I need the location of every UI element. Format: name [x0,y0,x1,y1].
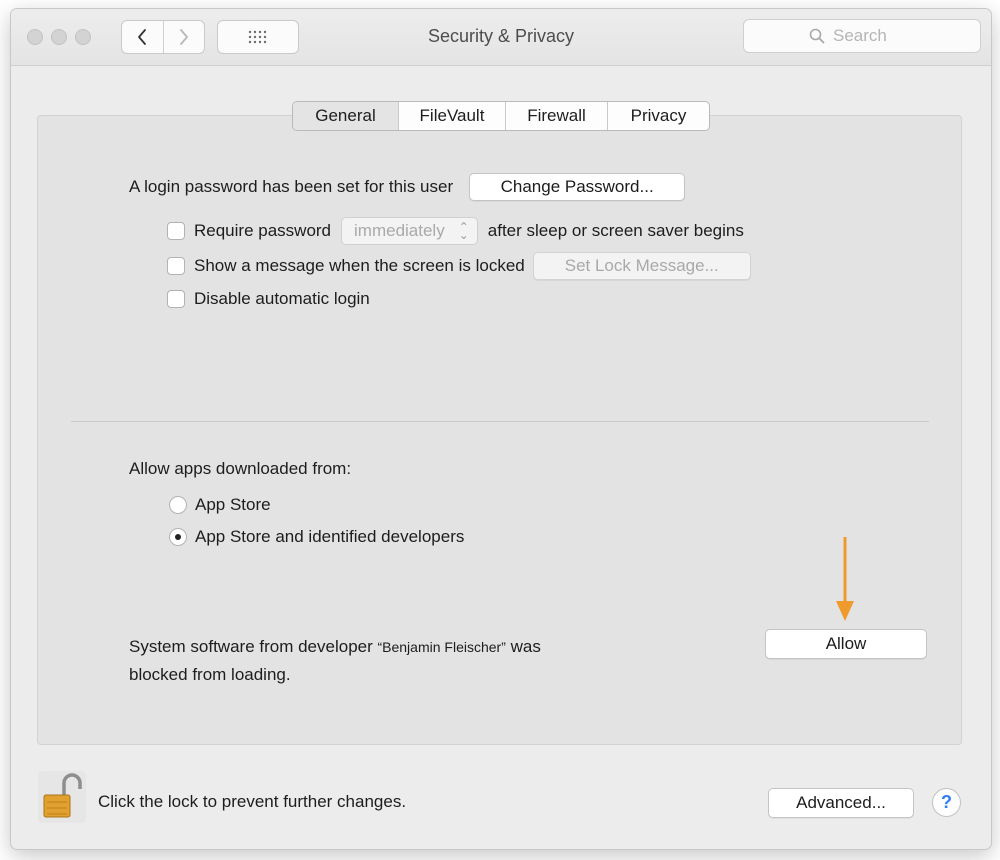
lock-status-text: Click the lock to prevent further change… [98,792,407,811]
zoom-window-button[interactable] [75,29,91,45]
require-password-label: Require password [194,221,332,240]
blocked-line-1: System software from developer “Benjamin… [129,637,541,656]
show-message-label: Show a message when the screen is locked [194,256,525,275]
radio-identified-developers[interactable] [169,528,187,546]
radio-option-app-store[interactable]: App Store [169,493,271,517]
tab-filevault[interactable]: FileVault [398,102,505,130]
blocked-software-message: System software from developer “Benjamin… [129,633,541,689]
back-forward-control [121,20,205,54]
radio-app-store[interactable] [169,496,187,514]
allow-apps-heading: Allow apps downloaded from: [129,459,352,478]
help-button[interactable]: ? [932,788,961,817]
show-all-button[interactable] [217,20,299,54]
tab-firewall[interactable]: Firewall [505,102,607,130]
search-input[interactable] [831,25,915,47]
forward-button[interactable] [162,21,205,53]
allow-button[interactable]: Allow [765,629,927,659]
chevron-right-icon [179,29,188,45]
show-message-checkbox[interactable] [167,257,185,275]
require-password-suffix: after sleep or screen saver begins [487,221,744,240]
require-password-delay-popup[interactable]: immediately ⌃ ⌄ [341,217,478,245]
show-message-row: Show a message when the screen is locked… [167,252,751,280]
updown-chevron-icon: ⌃ ⌄ [458,220,469,242]
orange-down-arrow-icon [836,537,854,621]
developer-name: “Benjamin Fleischer” [377,639,506,655]
lock-button[interactable] [38,771,86,828]
blocked-line-2: blocked from loading. [129,665,291,684]
preferences-window: Security & Privacy General FileVault Fir… [10,8,992,850]
chevron-left-icon [138,29,147,45]
login-password-row: A login password has been set for this u… [129,173,686,201]
section-divider [71,421,929,422]
login-password-label: A login password has been set for this u… [129,177,454,196]
search-icon [809,28,825,44]
tab-general[interactable]: General [293,102,398,130]
minimize-window-button[interactable] [51,29,67,45]
grid-icon [248,30,267,44]
require-password-checkbox[interactable] [167,222,185,240]
radio-identified-developers-label: App Store and identified developers [195,527,465,546]
close-window-button[interactable] [27,29,43,45]
tab-bar: General FileVault Firewall Privacy [292,101,710,131]
set-lock-message-button[interactable]: Set Lock Message... [532,252,751,280]
window-title: Security & Privacy [427,26,575,46]
popup-value: immediately [354,221,445,240]
disable-auto-login-label: Disable automatic login [194,289,370,308]
advanced-button[interactable]: Advanced... [768,788,914,818]
radio-app-store-label: App Store [195,495,271,514]
title-bar: Security & Privacy [11,9,991,66]
unlocked-padlock-icon [38,771,86,823]
radio-option-identified-developers[interactable]: App Store and identified developers [169,525,464,549]
disable-auto-login-row: Disable automatic login [167,285,370,313]
allow-apps-heading-row: Allow apps downloaded from: [129,457,351,481]
require-password-row: Require password immediately ⌃ ⌄ after sl… [167,217,744,245]
tab-privacy[interactable]: Privacy [607,102,709,130]
disable-auto-login-checkbox[interactable] [167,290,185,308]
radio-selected-dot [175,534,181,540]
back-button[interactable] [122,21,163,53]
search-field[interactable] [743,19,981,53]
change-password-button[interactable]: Change Password... [469,173,686,201]
